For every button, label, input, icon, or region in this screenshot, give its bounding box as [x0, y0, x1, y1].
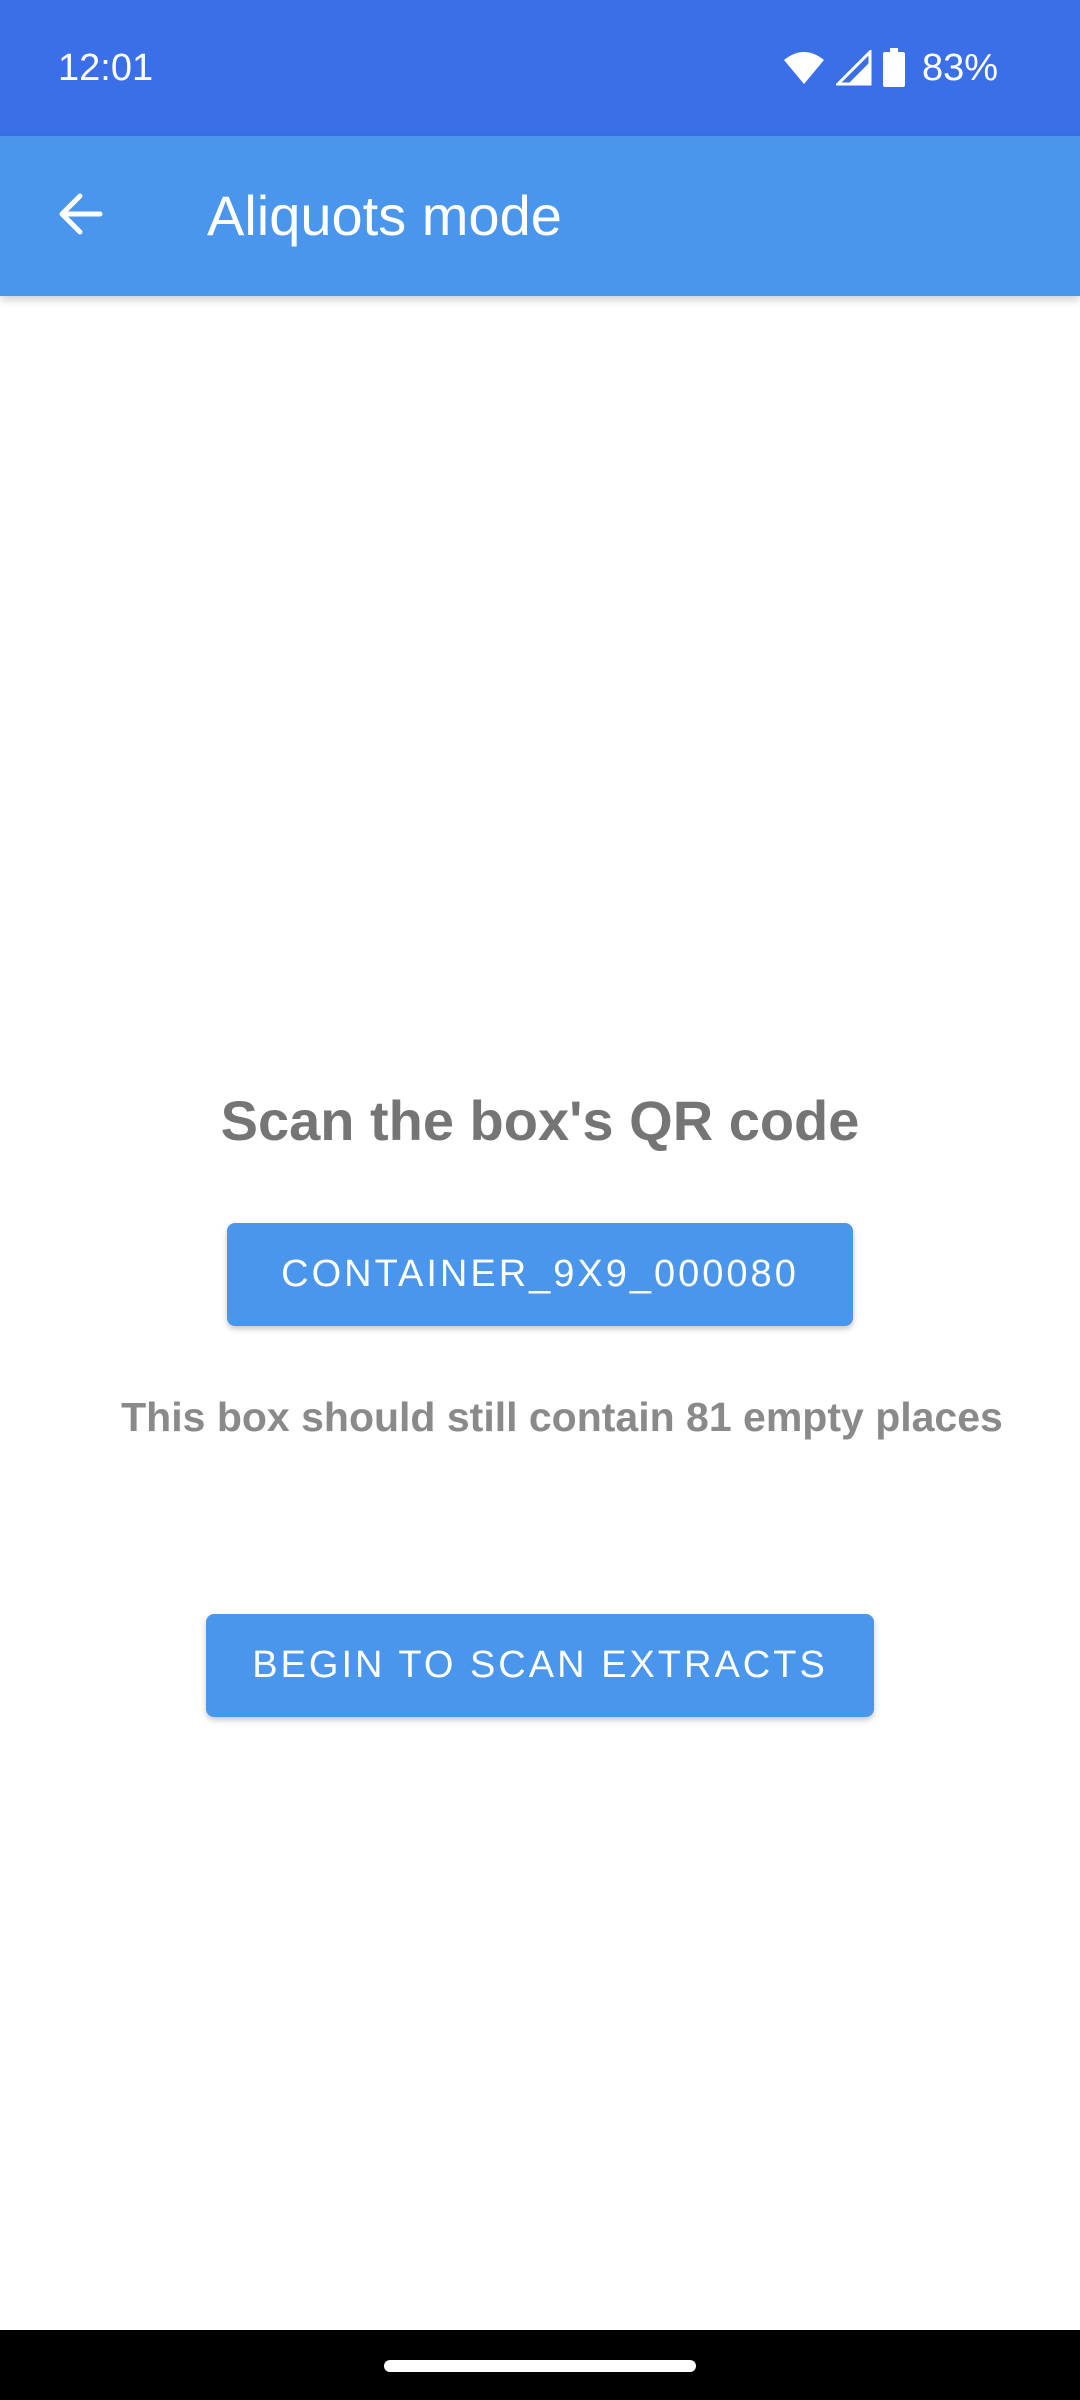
back-button[interactable]	[32, 168, 128, 264]
container-button[interactable]: CONTAINER_9X9_000080	[227, 1223, 853, 1326]
navigation-bar	[0, 2330, 1080, 2400]
cell-signal-icon	[835, 50, 872, 86]
battery-percent: 83%	[921, 47, 998, 89]
battery-icon	[882, 48, 906, 88]
home-indicator[interactable]	[384, 2360, 696, 2372]
wifi-icon	[782, 50, 826, 86]
main-content: Scan the box's QR code CONTAINER_9X9_000…	[0, 296, 1080, 2330]
page-title: Aliquots mode	[207, 184, 562, 247]
arrow-left-icon	[54, 188, 106, 245]
begin-scan-extracts-button[interactable]: BEGIN TO SCAN EXTRACTS	[206, 1614, 874, 1717]
empty-places-hint: This box should still contain 81 empty p…	[121, 1394, 1003, 1440]
status-bar: 12:01 83%	[0, 0, 1080, 136]
status-icons: 83%	[782, 42, 998, 94]
app-bar: Aliquots mode	[0, 136, 1080, 296]
scan-instruction-title: Scan the box's QR code	[220, 1089, 860, 1152]
status-time: 12:01	[58, 47, 154, 89]
